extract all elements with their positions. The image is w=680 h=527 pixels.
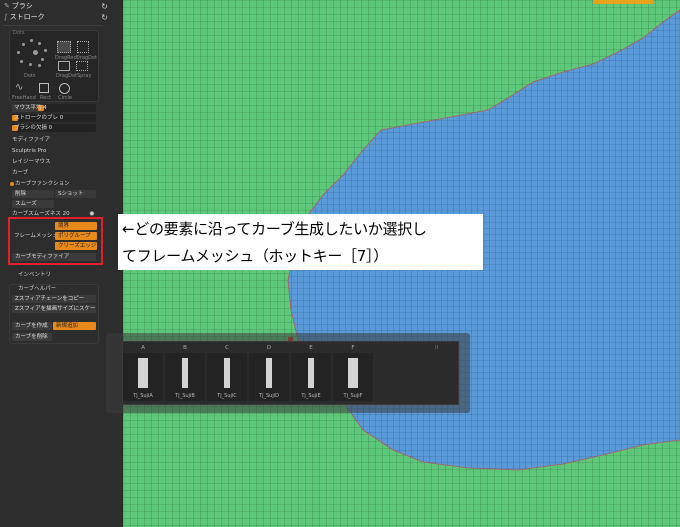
annotation-line-1: ←どの要素に沿ってカーブ生成したいか選択し [122,220,427,238]
freehand-icon[interactable]: ∿ [15,83,27,93]
brush-slot-a[interactable]: Tj_SujiA [123,353,163,401]
circle-icon[interactable] [59,83,70,94]
annotation-callout: ←どの要素に沿ってカーブ生成したいか選択し てフレームメッシュ（ホットキー［7］… [118,214,483,270]
spray-icon[interactable] [76,61,88,71]
brush-slot-c[interactable]: Tj_SujiC [207,353,247,401]
delete-curve-button[interactable]: カーブを削除 [12,333,52,341]
brush-slot-d[interactable]: Tj_SujiD [249,353,289,401]
palette-letter: B [183,345,187,351]
snapshot-button[interactable]: Sショット [55,190,96,198]
rect-icon[interactable] [39,83,49,93]
rect-label: Rect [40,95,52,101]
brush-thumb-icon [138,358,148,388]
smooth-button[interactable]: スムーズ [12,200,54,208]
curve-functions-section[interactable]: カーブファンクション [10,180,70,188]
circle-label: Circle [58,95,73,101]
palette-letter: F [351,345,355,351]
zsphere-copy-button[interactable]: Zスフィアチェーンをコピー [12,295,96,303]
tool-panel: ✎ ブラシ ↻ ∫ ストローク ↻ Dots Dots DragRect DragD… [0,0,123,527]
brush-slot-e[interactable]: Tj_SujiE [291,353,331,401]
brush-icon: ✎ [4,2,10,10]
active-dot-icon [10,181,14,186]
modifier-section[interactable]: モディファイア [12,136,50,144]
stroke-header[interactable]: ∫ ストローク ↻ [0,11,110,24]
create-curve-button[interactable]: カーブを作成 [12,322,52,330]
brush-thumb-icon [182,358,188,388]
palette-letter: E [309,345,313,351]
stroke-icon: ∫ [4,13,8,21]
brush-thumb-icon [348,358,358,388]
dots-stroke-icon[interactable] [16,39,56,73]
top-indicator [593,0,653,4]
palette-letter: C [225,345,229,351]
dots-label: Dots [24,73,36,79]
annotation-line-2: てフレームメッシュ（ホットキー［7］） [122,247,388,265]
curve-section[interactable]: カーブ [12,169,28,177]
highlight-box [8,217,103,265]
spray-label: Spray [77,73,92,79]
freehand-label: FreeHand [12,95,36,101]
brush-missing-slider[interactable]: ブラシの欠損 0 [12,124,96,132]
stroke-type-box: Dots Dots DragRect DragDot DragDot Spray… [9,30,99,102]
mouse-avg-slider[interactable]: マウス平均 4 [12,104,96,112]
divider [3,25,103,26]
lazy-mouse-section[interactable]: レイジーマウス [12,158,51,166]
stroke-shake-slider[interactable]: ストロークのブレ 0 [12,114,96,122]
drag-dot-icon[interactable] [77,41,89,53]
new-add-button[interactable]: 新規追加 [53,322,96,330]
palette-letter: D [266,345,272,351]
brush-thumb-icon [308,358,314,388]
palette-extra: II [435,345,439,351]
sculptris-pro-section[interactable]: Sculptris Pro [12,147,46,155]
inventory-section[interactable]: インベントリ [18,271,51,279]
brush-slot-f[interactable]: Tj_SujiF [333,353,373,401]
stroke-tab[interactable]: Dots [13,30,24,36]
refresh-icon[interactable]: ↻ [101,11,108,24]
dragdot-label-2: DragDot [56,73,78,79]
brush-slot-b[interactable]: Tj_SujiB [165,353,205,401]
palette-letter: A [141,345,145,351]
brush-thumb-icon [224,358,230,388]
brush-thumb-icon [266,358,272,388]
delete-button[interactable]: 削除 [12,190,54,198]
zsphere-scale-button[interactable]: Zスフィアを描画サイズにスケー [12,305,96,313]
curve-helper-section[interactable]: カーブヘルパー [18,285,56,293]
drag-rect-icon[interactable] [57,41,71,53]
brush-palette: A B C D E F II Tj_SujiA Tj_SujiB Tj_Suji… [122,341,459,405]
spray-icon[interactable] [58,61,70,71]
